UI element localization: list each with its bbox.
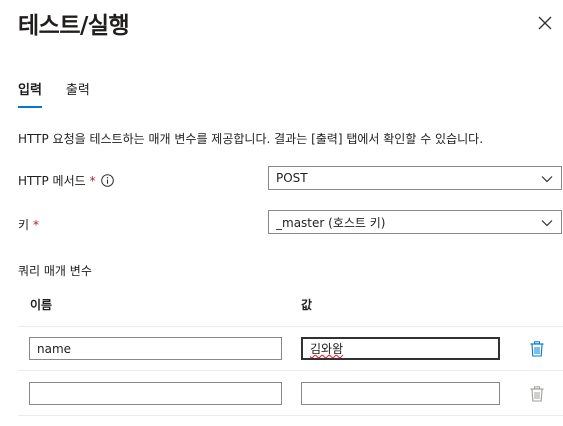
key-value: _master (호스트 키): [276, 215, 386, 230]
trash-icon: [530, 341, 544, 357]
info-icon[interactable]: [100, 174, 114, 187]
required-mark: *: [33, 217, 40, 232]
http-method-value: POST: [276, 171, 308, 185]
chevron-down-icon: [541, 173, 553, 185]
delete-row-button[interactable]: [528, 340, 546, 358]
query-params-label: 쿼리 매개 변수: [18, 264, 92, 278]
required-mark: *: [89, 173, 96, 188]
param-value-text: 김와왐: [310, 342, 344, 356]
divider: [18, 370, 563, 371]
description-text: HTTP 요청을 테스트하는 매개 변수를 제공합니다. 결과는 [출력] 탭에…: [18, 132, 484, 146]
http-method-label: HTTP 메서드 *: [18, 172, 114, 189]
param-value-input[interactable]: [301, 382, 500, 405]
close-button[interactable]: [534, 12, 556, 34]
delete-row-button[interactable]: [528, 385, 546, 403]
tab-output[interactable]: 출력: [66, 82, 90, 108]
divider: [18, 415, 563, 416]
tab-input[interactable]: 입력: [18, 82, 42, 108]
column-header-value: 값: [301, 298, 313, 312]
key-label: 키 *: [18, 216, 39, 233]
http-method-label-text: HTTP 메서드: [18, 174, 86, 188]
tab-list: 입력 출력: [18, 82, 90, 112]
param-value-input[interactable]: 김와왐: [301, 337, 500, 360]
key-dropdown[interactable]: _master (호스트 키): [268, 210, 562, 234]
divider: [18, 326, 563, 327]
column-header-name: 이름: [30, 298, 53, 312]
panel-title: 테스트/실행: [18, 13, 130, 39]
http-method-dropdown[interactable]: POST: [268, 166, 562, 190]
trash-icon: [530, 386, 544, 402]
close-icon: [538, 16, 552, 30]
key-label-text: 키: [18, 218, 30, 232]
param-name-input[interactable]: [29, 337, 282, 360]
param-name-input[interactable]: [29, 382, 282, 405]
chevron-down-icon: [541, 217, 553, 229]
